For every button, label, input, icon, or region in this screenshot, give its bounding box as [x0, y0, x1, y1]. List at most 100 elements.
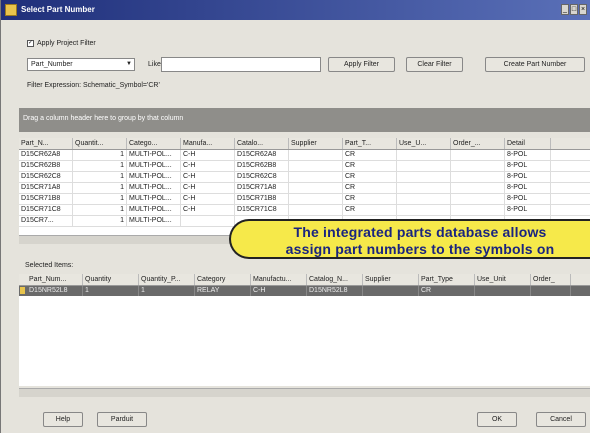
column-header[interactable]: Part_Num... [27, 274, 83, 285]
column-header[interactable]: Category [195, 274, 251, 285]
table-cell: D15CR71B8 [235, 194, 289, 204]
table-cell: 8-POL [505, 150, 551, 160]
table-cell: 1 [73, 172, 127, 182]
table-cell: C-H [181, 183, 235, 193]
table-cell [289, 194, 343, 204]
table-cell: RELAY [195, 286, 251, 296]
column-header[interactable]: Order_... [451, 138, 505, 149]
column-header[interactable]: Quantit... [73, 138, 127, 149]
table-cell [289, 183, 343, 193]
table-cell: C-H [181, 161, 235, 171]
table-cell [289, 172, 343, 182]
table-cell [289, 161, 343, 171]
table-row[interactable]: D15CR71A8 1 MULTI-POL... C-H D15CR71A8 CR 8-PO… [19, 183, 590, 194]
column-header[interactable]: Part_T... [343, 138, 397, 149]
table-cell: 1 [73, 194, 127, 204]
checkmark-icon: ✓ [27, 40, 34, 47]
table-cell: 8-POL [505, 205, 551, 215]
selected-table-scrollbar[interactable] [19, 388, 590, 397]
table-cell: 1 [73, 205, 127, 215]
table-cell [397, 161, 451, 171]
column-header[interactable]: Manufa... [181, 138, 235, 149]
minimize-button[interactable]: _ [561, 4, 569, 15]
chevron-down-icon: ▼ [126, 61, 132, 67]
help-button[interactable]: Help [43, 412, 83, 427]
table-cell: D15NR52L8 [307, 286, 363, 296]
table-cell: D15CR62C8 [19, 172, 73, 182]
table-cell: CR [343, 183, 397, 193]
table-cell [397, 172, 451, 182]
table-cell: 8-POL [505, 194, 551, 204]
table-cell: D15CR71C8 [19, 205, 73, 215]
table-cell: MULTI-POL... [127, 216, 181, 226]
like-input[interactable] [161, 57, 321, 72]
table-cell: C-H [181, 194, 235, 204]
select-part-number-window: Select Part Number _ □ × ✓ Apply Project… [0, 0, 590, 433]
table-cell [451, 172, 505, 182]
create-part-number-button[interactable]: Create Part Number [485, 57, 585, 72]
callout-line-2: assign part numbers to the symbols on [285, 241, 555, 257]
selected-table-header: Part_Num... Quantity Quantity_P... Category… [19, 274, 590, 286]
group-by-bar[interactable]: Drag a column header here to group by th… [19, 108, 590, 132]
column-header[interactable]: Catalog_N... [307, 274, 363, 285]
column-header[interactable]: Supplier [363, 274, 419, 285]
column-header[interactable]: Supplier [289, 138, 343, 149]
filter-expression: Filter Expression: Schematic_Symbol='CR' [27, 82, 160, 89]
cancel-button[interactable]: Cancel [536, 412, 586, 427]
table-cell: 8-POL [505, 161, 551, 171]
table-row[interactable]: D15CR62A8 1 MULTI-POL... C-H D15CR62A8 CR 8-PO… [19, 150, 590, 161]
apply-filter-button[interactable]: Apply Filter [328, 57, 395, 72]
table-cell: CR [343, 205, 397, 215]
title-bar: Select Part Number _ □ × [1, 0, 590, 20]
table-cell: D15CR71A8 [235, 183, 289, 193]
table-cell [451, 150, 505, 160]
column-header[interactable]: Part_Type [419, 274, 475, 285]
column-header[interactable]: Manufactu... [251, 274, 307, 285]
table-cell [531, 286, 571, 296]
field-dropdown[interactable]: Part_Number ▼ [27, 58, 135, 71]
table-cell [181, 216, 235, 226]
column-header[interactable]: Order_ [531, 274, 571, 285]
table-row[interactable]: D15CR62C8 1 MULTI-POL... C-H D15CR62C8 CR 8-PO… [19, 172, 590, 183]
table-cell: MULTI-POL... [127, 161, 181, 171]
table-cell: MULTI-POL... [127, 150, 181, 160]
table-cell [451, 161, 505, 171]
table-row[interactable]: D15CR71C8 1 MULTI-POL... C-H D15CR71C8 CR 8-PO… [19, 205, 590, 216]
table-row[interactable]: D15CR71B8 1 MULTI-POL... C-H D15CR71B8 CR 8-PO… [19, 194, 590, 205]
table-row[interactable]: D15CR62B8 1 MULTI-POL... C-H D15CR62B8 CR 8-PO… [19, 161, 590, 172]
column-header[interactable]: Quantity_P... [139, 274, 195, 285]
table-cell [475, 286, 531, 296]
table-cell [289, 150, 343, 160]
ok-button[interactable]: OK [477, 412, 517, 427]
close-button[interactable]: × [579, 4, 587, 15]
column-header[interactable]: Catego... [127, 138, 181, 149]
annotation-callout: The integrated parts database allows ass… [229, 219, 590, 259]
column-header[interactable]: Quantity [83, 274, 139, 285]
parduit-button[interactable]: Parduit [97, 412, 147, 427]
column-header[interactable]: Catalo... [235, 138, 289, 149]
maximize-button[interactable]: □ [570, 4, 578, 15]
table-cell: 1 [73, 216, 127, 226]
table-cell: 1 [139, 286, 195, 296]
selected-items-table: Part_Num... Quantity Quantity_P... Category… [19, 274, 590, 386]
table-cell: CR [343, 172, 397, 182]
table-cell [289, 205, 343, 215]
table-cell [397, 205, 451, 215]
table-cell: CR [343, 194, 397, 204]
column-header[interactable]: Part_N... [19, 138, 73, 149]
table-cell [397, 194, 451, 204]
clear-filter-button[interactable]: Clear Filter [406, 57, 463, 72]
table-cell: C-H [251, 286, 307, 296]
apply-project-filter-checkbox[interactable]: ✓ Apply Project Filter [27, 40, 96, 47]
selected-row[interactable]: D15NR52L8 1 1 RELAY C-H D15NR52L8 CR [19, 286, 590, 296]
column-header[interactable]: Use_U... [397, 138, 451, 149]
selected-items-label: Selected Items: [25, 262, 74, 269]
table-cell: CR [419, 286, 475, 296]
table-cell: CR [343, 161, 397, 171]
apply-project-filter-label: Apply Project Filter [37, 40, 96, 47]
table-cell [451, 194, 505, 204]
app-icon [5, 4, 17, 16]
column-header[interactable]: Detail [505, 138, 551, 149]
table-cell [451, 183, 505, 193]
column-header[interactable]: Use_Unit [475, 274, 531, 285]
